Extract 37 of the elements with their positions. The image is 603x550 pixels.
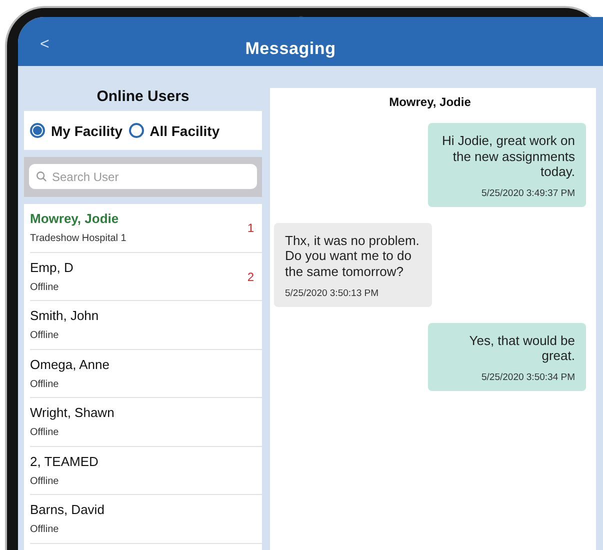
message-text: Thx, it was no problem. Do you want me to do the same tomorrow?: [285, 232, 420, 280]
chat-title: Mowrey, Jodie: [388, 95, 472, 109]
header-title: Messaging: [245, 38, 336, 58]
unread-count: 2: [247, 270, 254, 284]
sidebar-title: Online Users: [96, 88, 190, 105]
user-status: Offline: [30, 378, 59, 390]
message-time: 5/25/2020 3:49:37 PM: [480, 188, 575, 199]
user-list-item[interactable]: Wright, Shawn Offline: [30, 398, 262, 446]
user-status: Offline: [30, 330, 59, 341]
facility-radio[interactable]: My Facility: [30, 122, 123, 138]
search-icon: [36, 171, 47, 182]
user-list-item[interactable]: Barns, David Offline: [30, 495, 262, 544]
user-list-item[interactable]: Omega, Anne Offline: [30, 350, 262, 398]
user-name: Barns, David: [30, 502, 104, 517]
search-field[interactable]: Search User: [29, 164, 257, 189]
message-time: 5/25/2020 3:50:13 PM: [285, 288, 380, 299]
user-name: Mowrey, Jodie: [30, 211, 119, 226]
user-status: Offline: [30, 427, 59, 438]
user-name: 2, TEAMED: [30, 454, 98, 468]
unread-count: 1: [247, 221, 254, 235]
message-time: 5/25/2020 3:50:34 PM: [480, 372, 575, 383]
user-list-item[interactable]: 2, TEAMED Offline: [30, 446, 262, 495]
user-status: Offline: [30, 524, 59, 535]
back-button[interactable]: <: [36, 36, 54, 54]
user-status: Offline: [30, 476, 59, 486]
user-status: Offline: [30, 282, 59, 292]
user-status: Tradeshow Hospital 1: [30, 233, 126, 244]
user-list-item[interactable]: Emp, D Offline 2: [30, 252, 262, 301]
message-text: Hi Jodie, great work on the new assignments today.: [441, 133, 575, 180]
user-name: Emp, D: [30, 260, 74, 274]
user-name: Omega, Anne: [30, 356, 110, 372]
user-name: Wright, Shawn: [30, 405, 114, 420]
user-list-item[interactable]: Smith, John Offline: [30, 301, 262, 350]
facility-radio[interactable]: All Facility: [128, 122, 220, 138]
message-text: Yes, that would be great.: [468, 332, 575, 364]
user-list-item[interactable]: Mowrey, Jodie Tradeshow Hospital 1 1: [30, 204, 262, 252]
user-name: Smith, John: [30, 308, 99, 323]
